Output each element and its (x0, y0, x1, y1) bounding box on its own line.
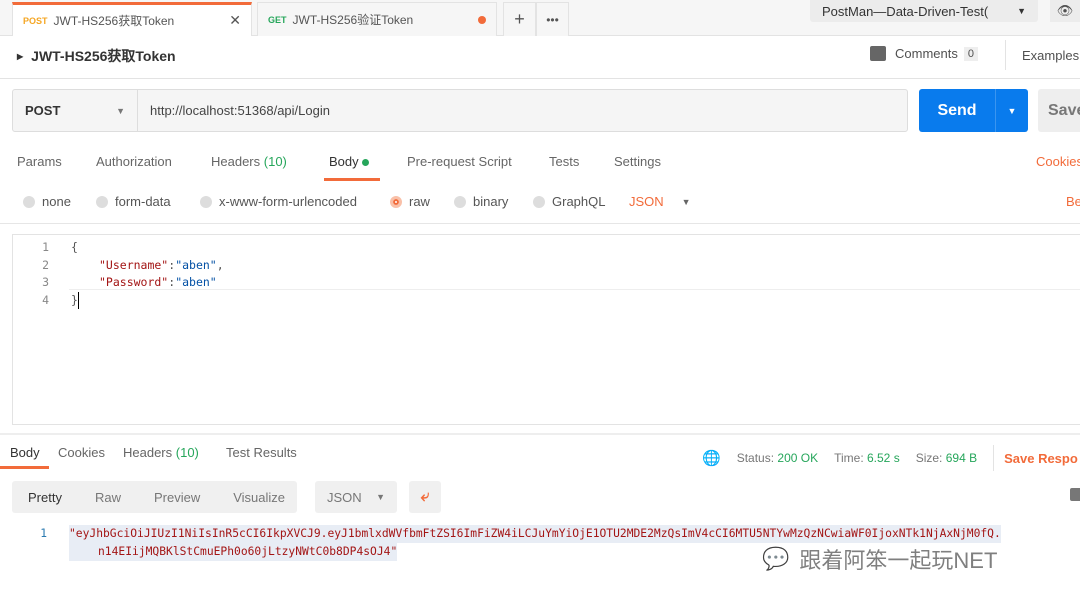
pretty-button[interactable]: Pretty (28, 490, 62, 505)
view-mode-group: Pretty Raw Preview Visualize (12, 481, 297, 513)
radio-form-data[interactable]: form-data (96, 194, 200, 209)
tab-params[interactable]: Params (17, 154, 96, 169)
tab-post-token[interactable]: POST JWT-HS256获取Token ✕ (12, 2, 252, 36)
method-select[interactable]: POST ▼ (13, 90, 138, 131)
wechat-icon: 💬 (762, 546, 790, 571)
close-icon[interactable]: ✕ (229, 12, 241, 29)
tab-response-body[interactable]: Body (0, 445, 58, 469)
unsaved-dot-icon (478, 15, 486, 24)
tab-test-results[interactable]: Test Results (226, 445, 297, 460)
chevron-down-icon: ▼ (1017, 6, 1026, 16)
divider (0, 78, 1080, 79)
response-tabs: Body Cookies Headers (10) Test Results (0, 445, 297, 469)
send-button[interactable]: Send ▼ (919, 89, 1028, 132)
tab-get-verify[interactable]: GET JWT-HS256验证Token (257, 2, 497, 36)
copy-icon[interactable] (1070, 488, 1080, 501)
active-dot-icon (362, 159, 370, 166)
tab-body[interactable]: Body (324, 154, 407, 181)
tab-tests[interactable]: Tests (549, 154, 614, 169)
chevron-down-icon: ▼ (116, 105, 125, 116)
request-title[interactable]: ▶ JWT-HS256获取Token (17, 46, 176, 66)
preview-button[interactable]: Preview (154, 490, 200, 505)
environment-select[interactable]: PostMan—Data-Driven-Test(▼ (810, 0, 1038, 22)
eye-button[interactable]: 👁 (1050, 0, 1080, 22)
radio-urlencoded[interactable]: x-www-form-urlencoded (200, 194, 390, 209)
wrap-lines-icon[interactable]: ⤶ (409, 481, 441, 513)
save-response-button[interactable]: Save Respo (1004, 451, 1078, 466)
body-editor[interactable]: 1{ 2 "Username": "aben", 3 "Password": "abe… (12, 234, 1080, 425)
radio-binary[interactable]: binary (454, 194, 533, 209)
request-tabs: Params Authorization Headers (10) Body P… (17, 154, 661, 181)
beautify-link[interactable]: Be (1066, 194, 1080, 209)
divider (0, 433, 1080, 435)
tab-settings[interactable]: Settings (614, 154, 661, 169)
globe-icon[interactable]: 🌐 (702, 449, 721, 467)
url-input[interactable] (138, 103, 907, 118)
radio-raw[interactable]: raw (390, 194, 454, 209)
tab-pre-request-script[interactable]: Pre-request Script (407, 154, 549, 169)
raw-button[interactable]: Raw (95, 490, 121, 505)
tab-response-cookies[interactable]: Cookies (58, 445, 123, 460)
tab-response-headers[interactable]: Headers (10) (123, 445, 226, 460)
caret-right-icon: ▶ (17, 51, 24, 61)
radio-graphql[interactable]: GraphQL (533, 194, 629, 209)
chevron-down-icon: ▼ (681, 196, 691, 207)
body-format-select[interactable]: JSON ▼ (629, 194, 691, 209)
divider (0, 223, 1080, 224)
visualize-button[interactable]: Visualize (233, 490, 285, 505)
tab-authorization[interactable]: Authorization (96, 154, 211, 169)
watermark: 💬 跟着阿笨一起玩NET (762, 546, 998, 573)
examples-button[interactable]: Examples (1022, 48, 1079, 63)
save-button[interactable]: Save (1038, 89, 1080, 132)
chevron-down-icon: ▼ (376, 492, 385, 502)
radio-none[interactable]: none (23, 194, 96, 209)
divider (1005, 40, 1006, 70)
tab-headers[interactable]: Headers (10) (211, 154, 329, 169)
chevron-down-icon[interactable]: ▼ (996, 106, 1028, 116)
url-bar: POST ▼ (12, 89, 908, 132)
response-meta: 🌐 Status: 200 OK Time: 6.52 s Size: 694 … (702, 445, 1078, 471)
new-tab-button[interactable]: + (503, 2, 536, 36)
more-tabs-button[interactable]: ••• (536, 2, 569, 36)
cookies-link[interactable]: Cookies (1036, 154, 1080, 169)
comment-icon (870, 46, 886, 61)
response-format-select[interactable]: JSON ▼ (315, 481, 397, 513)
body-type-radios: none form-data x-www-form-urlencoded raw… (23, 194, 691, 209)
comments-button[interactable]: Comments 0 (870, 46, 978, 61)
